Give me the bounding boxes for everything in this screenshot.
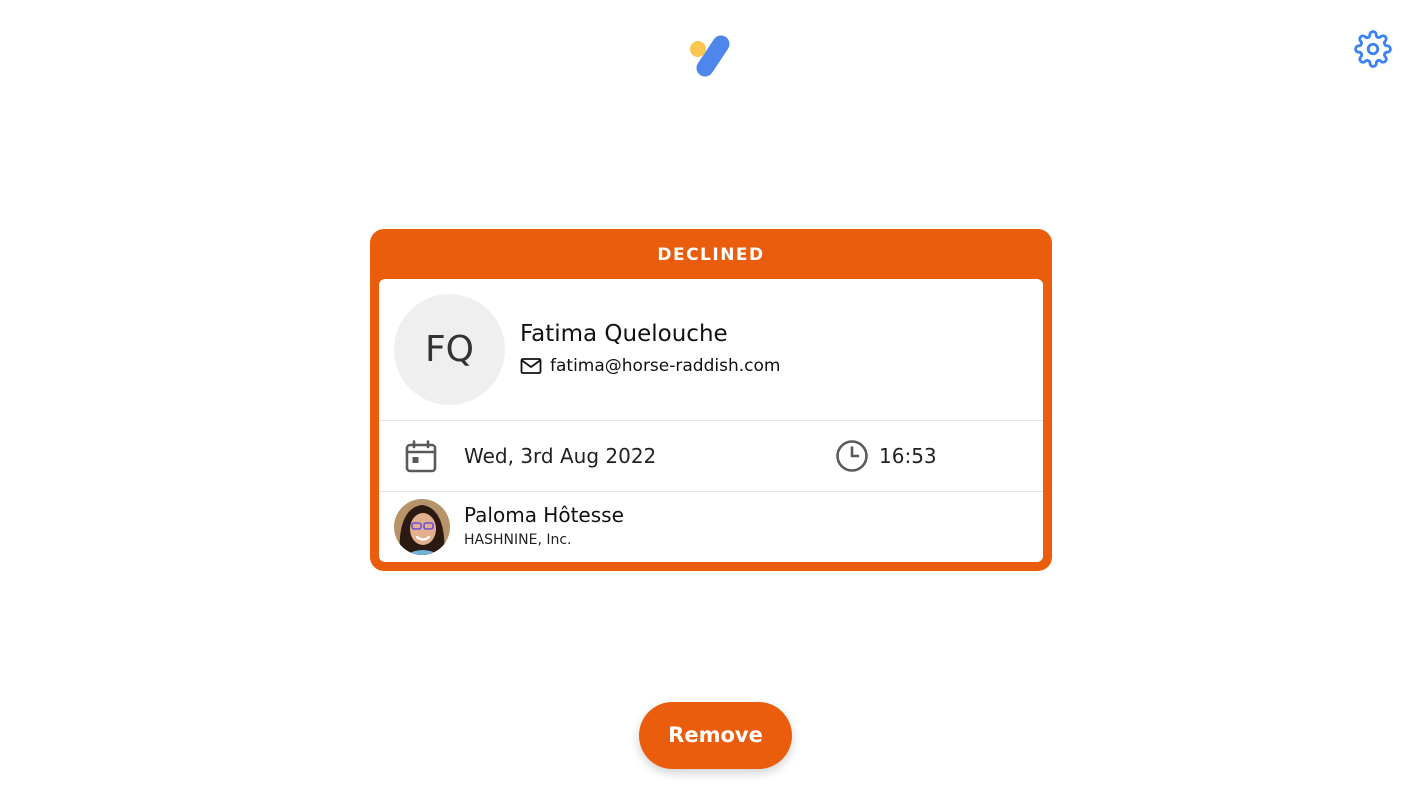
visit-date: Wed, 3rd Aug 2022 — [464, 444, 657, 468]
host-avatar — [394, 499, 450, 555]
visit-time: 16:53 — [879, 444, 937, 468]
visitor-name: Fatima Quelouche — [520, 321, 728, 347]
visitor-email: fatima@horse-raddish.com — [520, 355, 780, 377]
mail-icon — [520, 357, 542, 375]
visitor-email-text: fatima@horse-raddish.com — [550, 356, 781, 376]
calendar-icon — [403, 439, 439, 475]
visitor-avatar: FQ — [394, 294, 505, 405]
gear-icon[interactable] — [1354, 30, 1392, 68]
remove-button[interactable]: Remove — [639, 702, 792, 769]
visitor-card-body: FQ Fatima Quelouche fatima@horse-raddish… — [379, 279, 1043, 562]
visit-datetime: Wed, 3rd Aug 2022 16:53 — [379, 421, 1043, 492]
visitor-card: DECLINED FQ Fatima Quelouche fatima@hors… — [370, 229, 1052, 571]
visitor-status-page: DECLINED FQ Fatima Quelouche fatima@hors… — [0, 0, 1422, 800]
status-banner: DECLINED — [657, 245, 765, 265]
host-company: HASHNINE, Inc. — [464, 532, 572, 548]
host-name: Paloma Hôtesse — [464, 503, 624, 527]
host-info: Paloma Hôtesse HASHNINE, Inc. — [379, 492, 1043, 562]
clock-icon — [835, 439, 869, 473]
app-logo-icon — [688, 32, 736, 82]
visitor-info: FQ Fatima Quelouche fatima@horse-raddish… — [379, 279, 1043, 421]
